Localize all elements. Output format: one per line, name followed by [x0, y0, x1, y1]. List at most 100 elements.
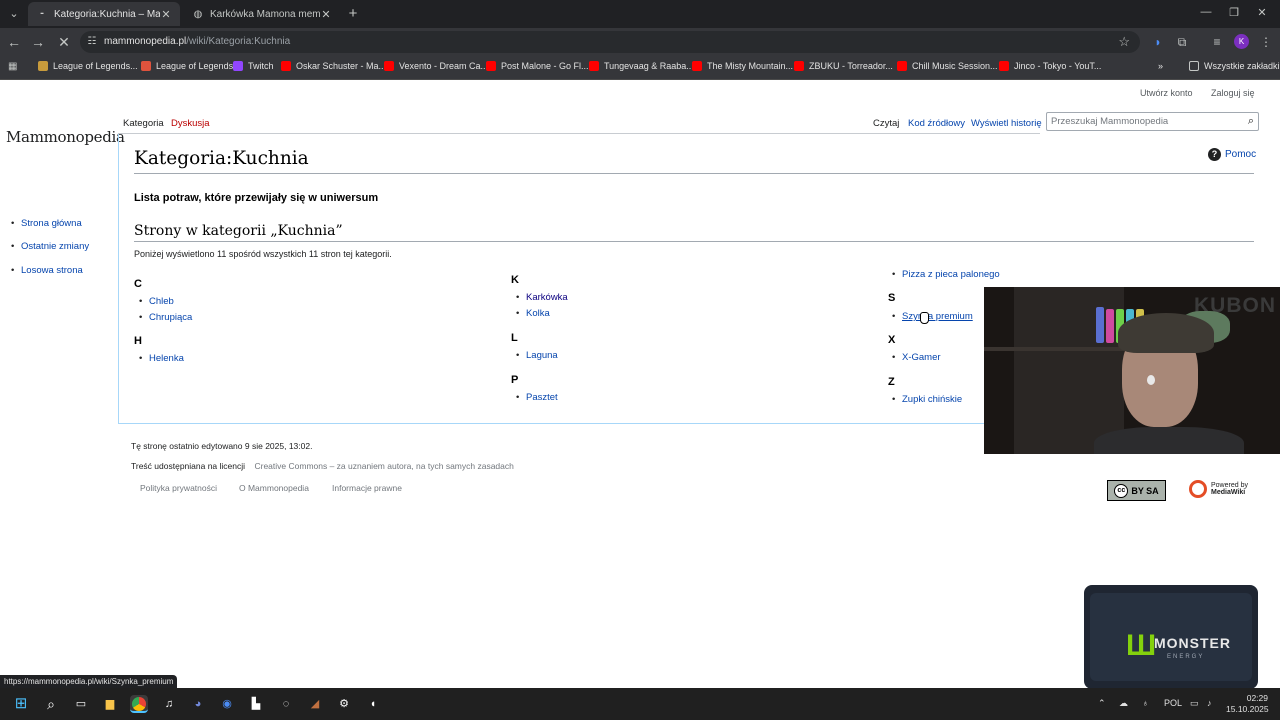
letter-heading-k: K [511, 274, 519, 286]
minimize-button[interactable]: — [1196, 6, 1216, 18]
forward-button[interactable]: → [30, 34, 46, 50]
system-clock[interactable]: 02:29 15.10.2025 [1226, 693, 1269, 715]
music-icon[interactable]: ♫ [160, 695, 178, 713]
apps-grid-icon[interactable]: ▦ [8, 61, 20, 73]
search-box[interactable]: ⌕ [1046, 112, 1259, 131]
bookmark-item[interactable]: Twitch [233, 61, 274, 71]
new-tab-button[interactable]: + [344, 5, 362, 23]
pages-count-text: Poniżej wyświetlono 11 spośród wszystkic… [134, 249, 392, 259]
stop-button[interactable]: ✕ [56, 34, 72, 50]
bookmark-item[interactable]: Post Malone - Go Fl... [486, 61, 589, 71]
chrome-icon[interactable] [130, 695, 148, 713]
bookmark-star-icon[interactable]: ☆ [1118, 34, 1130, 50]
bookmark-item[interactable]: League of Legends... [38, 61, 138, 71]
menu-icon[interactable]: ⋮ [1258, 34, 1274, 50]
task-view-icon[interactable]: ▭ [72, 695, 90, 713]
clock-time: 02:29 [1246, 693, 1268, 703]
page-link-laguna[interactable]: Laguna [516, 350, 558, 361]
page-link-chleb[interactable]: Chleb [139, 296, 174, 307]
language-indicator[interactable]: POL [1164, 698, 1182, 708]
discord-icon[interactable]: ◕ [189, 695, 207, 713]
earbud-icon [1147, 375, 1155, 385]
site-logo[interactable]: Mammonopedia [6, 128, 125, 146]
profile-avatar[interactable]: K [1234, 34, 1249, 49]
page-link-helenka[interactable]: Helenka [139, 353, 184, 364]
bookmark-item[interactable]: Jinco - Tokyo - YouT... [999, 61, 1101, 71]
game-icon[interactable]: ◢ [306, 695, 324, 713]
more-bookmarks-chevron-icon[interactable]: » [1158, 61, 1163, 71]
close-icon[interactable]: ✕ [160, 8, 172, 21]
page-link-pizza[interactable]: Pizza z pieca palonego [892, 269, 1000, 280]
windows-start-icon[interactable]: ⊞ [12, 695, 30, 713]
loading-icon: ⁃ [39, 8, 45, 20]
webcam-overlay: KUBON [984, 287, 1280, 454]
windows-taskbar: ⊞ ⌕ ▭ ▆ ♫ ◕ ◉ ▙ ◌ ◢ ⚙ ◖ ⌃ ☁ ♁ POL ▭ ♪ 02… [0, 688, 1280, 720]
privacy-link[interactable]: Polityka prywatności [140, 483, 217, 493]
file-explorer-icon[interactable]: ▆ [101, 695, 119, 713]
steam-icon[interactable]: ◌ [277, 695, 295, 713]
sidebar-item-random-page[interactable]: Losowa strona [11, 265, 83, 276]
about-link[interactable]: O Mammonopedia [239, 483, 309, 493]
search-icon[interactable]: ⌕ [42, 695, 60, 713]
bookmark-item[interactable]: League of Legends [141, 61, 233, 71]
sidebar-item-recent-changes[interactable]: Ostatnie zmiany [11, 241, 89, 252]
site-info-icon[interactable]: ☷ [86, 36, 98, 48]
bookmark-item[interactable]: Tungevaag & Raaba... [589, 61, 694, 71]
browser-toolbar: ← → ✕ ☷ mammonopedia.pl/wiki/Kategoria:K… [0, 28, 1280, 56]
tab-title: Kategoria:Kuchnia – Mammono [54, 8, 160, 20]
bookmark-item[interactable]: Chill Music Session... [897, 61, 998, 71]
tab-read[interactable]: Czytaj [873, 118, 899, 129]
app-icon[interactable]: ◉ [218, 695, 236, 713]
bookmark-item[interactable]: Vexento - Dream Ca... [384, 61, 488, 71]
page-link-pasztet[interactable]: Pasztet [516, 392, 558, 403]
close-icon[interactable]: ✕ [320, 8, 332, 21]
create-account-link[interactable]: Utwórz konto [1140, 88, 1193, 98]
address-bar[interactable]: ☷ mammonopedia.pl/wiki/Kategoria:Kuchnia… [80, 31, 1140, 53]
letter-heading-s: S [888, 292, 896, 304]
network-icon[interactable]: ▭ [1190, 698, 1199, 709]
cc-license-badge[interactable]: cc BY SA [1107, 480, 1166, 501]
page-link-zupki[interactable]: Zupki chińskie [892, 394, 962, 405]
page-link-szynka-premium[interactable]: Szynka premium [892, 311, 973, 322]
tab-view-source[interactable]: Kod źródłowy [908, 118, 965, 129]
bookmark-item[interactable]: The Misty Mountain... [692, 61, 793, 71]
tab-karkowka-meme[interactable]: ◍ Karkówka Mamona meme ✕ [184, 2, 340, 26]
app-icon[interactable]: ◖ [364, 695, 382, 713]
bookmark-item[interactable]: ZBUKU - Torreador... [794, 61, 893, 71]
search-input[interactable] [1051, 115, 1241, 128]
login-link[interactable]: Zaloguj się [1211, 88, 1255, 98]
tab-category[interactable]: Kategoria [123, 118, 164, 129]
volume-icon[interactable]: ♪ [1207, 698, 1212, 708]
url-text[interactable]: mammonopedia.pl/wiki/Kategoria:Kuchnia [104, 36, 290, 47]
restore-button[interactable]: ❐ [1224, 6, 1244, 19]
powered-by-mediawiki-badge[interactable]: Powered by MediaWiki [1189, 480, 1248, 498]
app-icon[interactable]: ▙ [247, 695, 265, 713]
settings-gear-icon[interactable]: ⚙ [335, 695, 353, 713]
tab-history[interactable]: Wyświetl historię [971, 118, 1042, 129]
back-button[interactable]: ← [6, 34, 22, 50]
tab-strip: ⌄ ⁃ Kategoria:Kuchnia – Mammono ✕ ◍ Kark… [0, 0, 1280, 28]
extensions-puzzle-icon[interactable]: ⧉ [1174, 34, 1190, 50]
page-link-karkowka[interactable]: Karkówka [516, 292, 568, 303]
cloud-icon[interactable]: ☁ [1119, 698, 1128, 709]
help-link[interactable]: ? Pomoc [1208, 148, 1256, 161]
bookmark-item[interactable]: Oskar Schuster - Ma... [281, 61, 386, 71]
page-link-kolka[interactable]: Kolka [516, 308, 550, 319]
tab-kategoria-kuchnia[interactable]: ⁃ Kategoria:Kuchnia – Mammono ✕ [28, 2, 180, 26]
page-link-x-gamer[interactable]: X-Gamer [892, 352, 940, 363]
microphone-icon[interactable]: ♁ [1142, 698, 1149, 708]
sidebar-item-main-page[interactable]: Strona główna [11, 218, 82, 229]
all-bookmarks-folder[interactable]: Wszystkie zakładki [1189, 61, 1280, 71]
search-icon[interactable]: ⌕ [1248, 115, 1254, 128]
tray-chevron-icon[interactable]: ⌃ [1098, 698, 1106, 709]
media-control-icon[interactable]: ≡ [1209, 34, 1225, 50]
disclaimer-link[interactable]: Informacje prawne [332, 483, 402, 493]
extension-icon[interactable]: ◗ [1150, 34, 1166, 50]
clock-date: 15.10.2025 [1226, 704, 1269, 714]
cc-icon: cc [1114, 483, 1129, 498]
license-link[interactable]: Creative Commons – za uznaniem autora, n… [254, 461, 513, 471]
tab-search-button[interactable]: ⌄ [4, 4, 24, 24]
window-close-button[interactable]: ✕ [1252, 6, 1272, 19]
page-link-chrupiaca[interactable]: Chrupiąca [139, 312, 192, 323]
tab-talk[interactable]: Dyskusja [171, 118, 210, 129]
